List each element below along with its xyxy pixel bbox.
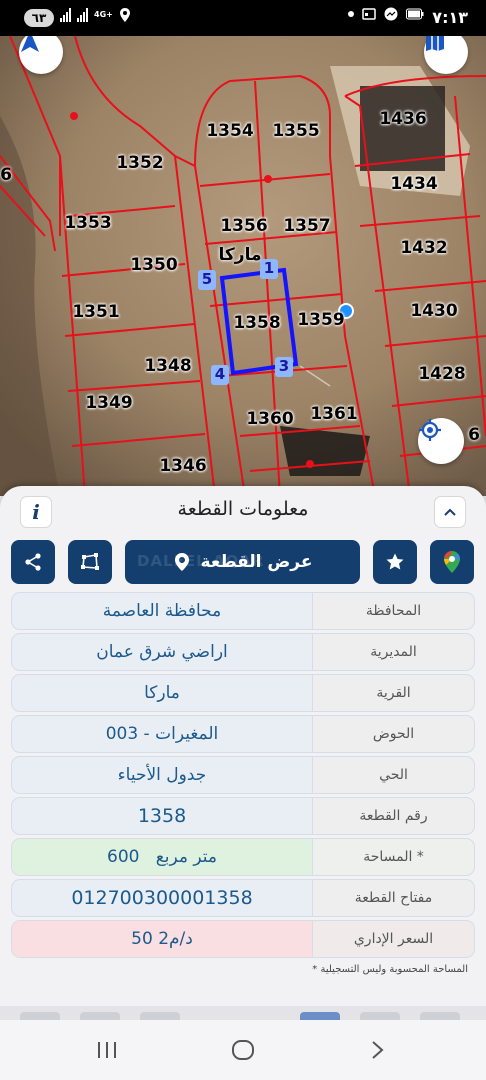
detail-value: محافظة العاصمة (102, 601, 222, 621)
battery-icon (406, 8, 424, 20)
chevron-right-icon (372, 1041, 384, 1059)
lot-number-label: 1357 (283, 216, 331, 236)
system-navigation-bar (0, 1020, 486, 1080)
detail-value: 600 متر مربع (12, 839, 312, 875)
crop-area-button[interactable] (68, 540, 112, 584)
share-icon (25, 553, 41, 571)
chevron-up-icon (444, 508, 456, 516)
detail-label: الحوض (312, 716, 474, 752)
lot-number-label: 1355 (272, 121, 320, 141)
detail-row-admin-price: 50 د/م2 السعر الإداري (11, 920, 475, 958)
star-icon (386, 553, 404, 570)
lot-number-label: 1436 (379, 109, 427, 129)
messenger-icon (384, 7, 398, 21)
location-icon (119, 8, 130, 22)
home-icon (232, 1040, 254, 1060)
recent-apps-icon (98, 1042, 116, 1058)
signal-icon-2 (77, 8, 88, 22)
detail-row-directorate: اراضي شرق عمان المديرية (11, 633, 475, 671)
lot-number-label: 1350 (130, 255, 178, 275)
google-maps-icon (444, 551, 460, 573)
detail-label: القرية (312, 675, 474, 711)
action-bar: عرض القطعة DALEEL AQAR (0, 540, 486, 586)
edge-number-label: 6 (62, 36, 78, 39)
dot-icon (348, 11, 354, 17)
watermark-text: DALEEL AQAR (137, 552, 265, 570)
detail-value: جدول الأحياء (117, 765, 207, 785)
lot-number-label: 1346 (159, 456, 207, 476)
lot-number-label: 1358 (233, 313, 281, 333)
lot-number-label: 1351 (72, 302, 120, 322)
detail-row-basin: المغيرات - 003 الحوض (11, 715, 475, 753)
lot-number-label: 1434 (390, 174, 438, 194)
calendar-icon (362, 8, 376, 20)
lot-number-label: 1361 (310, 404, 358, 424)
lot-number-label: 1428 (418, 364, 466, 384)
lot-number-label: 1352 (116, 153, 164, 173)
detail-row-parcel-key: 012700300001358 مفتاح القطعة (11, 879, 475, 917)
detail-label: السعر الإداري (312, 921, 474, 957)
lot-number-label: 1360 (246, 409, 294, 429)
edge-number-label: 6 (468, 425, 480, 445)
area-footnote: * المساحة المحسوبة وليس التسجيلية (312, 964, 468, 975)
lot-number-label: 1432 (400, 238, 448, 258)
detail-row-parcel-number: 1358 رقم القطعة (11, 797, 475, 835)
detail-row-area: 600 متر مربع المساحة * (11, 838, 475, 876)
edge-number-label: 6 (0, 165, 12, 185)
collapse-button[interactable] (434, 496, 466, 528)
detail-label: مفتاح القطعة (312, 880, 474, 916)
favorite-button[interactable] (373, 540, 417, 584)
view-parcel-button[interactable]: عرض القطعة DALEEL AQAR (125, 540, 360, 584)
share-button[interactable] (11, 540, 55, 584)
status-left-icons: 4G+ (60, 8, 131, 22)
lot-number-label: 1353 (64, 213, 112, 233)
signal-icon (60, 8, 71, 22)
recent-apps-button[interactable] (96, 1041, 118, 1063)
detail-value: 1358 (137, 805, 187, 827)
parcel-vertex-label: 5 (198, 270, 216, 290)
network-type-label: 4G+ (94, 10, 113, 19)
my-location-button[interactable] (418, 418, 464, 464)
lot-number-label: 1430 (410, 301, 458, 321)
lot-number-label: 1354 (206, 121, 254, 141)
parcel-vertex-label: 3 (275, 357, 293, 377)
bottom-tab-peek (0, 1006, 486, 1020)
detail-label: المديرية (312, 634, 474, 670)
notification-count-badge: ٦٣ (24, 9, 54, 27)
detail-row-governorate: محافظة العاصمة المحافظة (11, 592, 475, 630)
map-layers-icon (426, 36, 444, 51)
lot-number-label: 1349 (85, 393, 133, 413)
status-bar: ٦٣ 4G+ ٧:١٣ (0, 0, 486, 36)
map-view[interactable]: 1354 1355 1436 1352 1434 1353 1356 1357 1432 1350… (0, 36, 486, 496)
lot-number-label: 1348 (144, 356, 192, 376)
back-button[interactable] (370, 1040, 386, 1064)
lot-number-label: 1359 (297, 310, 345, 330)
detail-value: اراضي شرق عمان (96, 642, 228, 662)
detail-value: ماركا (144, 683, 180, 703)
clock: ٧:١٣ (432, 8, 468, 27)
home-button[interactable] (231, 1039, 255, 1065)
detail-label: المحافظة (312, 593, 474, 629)
crosshair-icon (419, 419, 441, 441)
detail-label: المساحة * (312, 839, 474, 875)
lot-number-label: 1356 (220, 216, 268, 236)
detail-value[interactable]: 012700300001358 (12, 880, 312, 916)
detail-label: رقم القطعة (312, 798, 474, 834)
parcel-vertex-label: 4 (211, 365, 229, 385)
parcel-info-panel: i معلومات القطعة عرض القطعة DALEEL AQAR … (0, 486, 486, 1006)
detail-value: المغيرات - 003 (105, 724, 219, 744)
google-maps-button[interactable] (430, 540, 474, 584)
status-right-icons (348, 7, 424, 21)
navigation-arrow-icon (21, 36, 39, 52)
polygon-area-icon (81, 553, 99, 570)
panel-title: معلومات القطعة (177, 498, 309, 520)
parcel-vertex-label: 1 (260, 259, 278, 279)
detail-row-neighborhood: جدول الأحياء الحي (11, 756, 475, 794)
detail-row-village: ماركا القرية (11, 674, 475, 712)
detail-value: 50 د/م2 (12, 921, 312, 957)
detail-label: الحي (312, 757, 474, 793)
